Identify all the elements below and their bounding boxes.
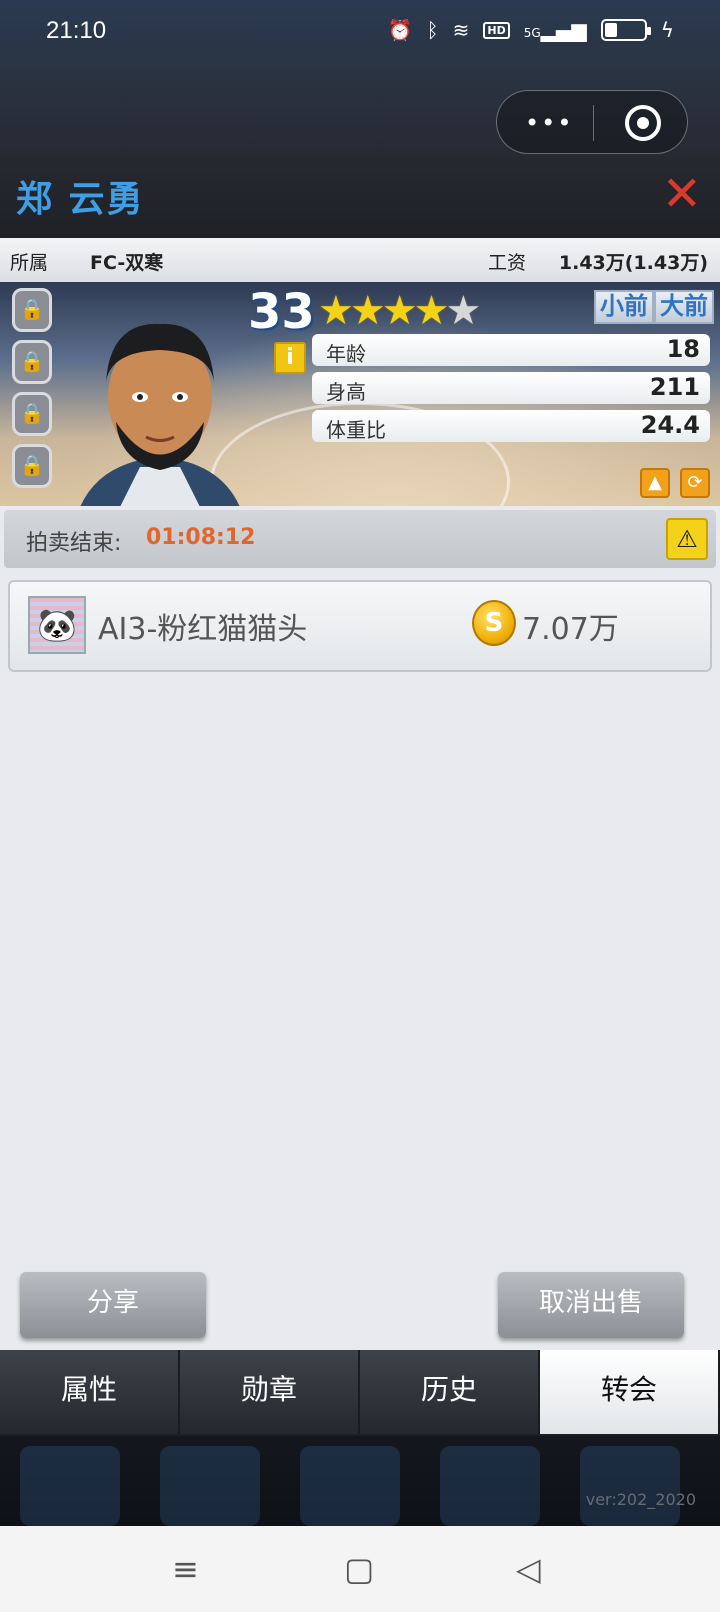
info-icon[interactable]: i [274, 342, 306, 374]
star-icon: ★ [318, 288, 354, 334]
share-button[interactable]: 分享 [20, 1272, 206, 1338]
player-avatar [80, 323, 240, 506]
home-icon[interactable]: ▢ [344, 1550, 374, 1588]
close-icon[interactable]: ✕ [662, 166, 702, 222]
star-rating: ★★★★★ [318, 288, 481, 334]
game-dock-background: ver:202_2020 [0, 1436, 720, 1526]
network-type: 5G [523, 26, 541, 40]
stat-value: 24.4 [640, 411, 700, 439]
charging-icon: ϟ [660, 18, 674, 42]
stat-weight-ratio: 体重比 24.4 [312, 410, 710, 442]
system-nav-bar: ≡ ▢ ◁ [0, 1526, 720, 1612]
club-value: FC-双寒 [90, 252, 164, 274]
stat-label: 体重比 [326, 418, 386, 442]
fire-icon[interactable]: ▲ [640, 468, 670, 498]
version-text: ver:202_2020 [585, 1490, 696, 1509]
lock-icon[interactable]: 🔒 [12, 392, 52, 436]
star-icon: ★ [445, 288, 481, 334]
player-name: 郑 云勇 [16, 179, 145, 220]
player-rating: 33 [248, 284, 315, 340]
wifi-icon: ≋ [452, 18, 470, 42]
star-icon: ★ [381, 288, 418, 334]
salary-label: 工资 [488, 252, 527, 274]
tab-history[interactable]: 历史 [360, 1350, 540, 1434]
tab-attributes[interactable]: 属性 [0, 1350, 180, 1434]
position-tag-power-forward[interactable]: 大前 [654, 290, 714, 324]
tab-transfer[interactable]: 转会 [540, 1350, 720, 1434]
menu-icon[interactable]: ≡ [172, 1550, 199, 1588]
stat-age: 年龄 18 [312, 334, 710, 366]
tab-bar: 属性 勋章 历史 转会 [0, 1350, 720, 1436]
mini-program-capsule: ••• [496, 90, 688, 154]
capsule-divider [593, 105, 594, 141]
status-time: 21:10 [46, 17, 107, 44]
star-icon: ★ [349, 288, 386, 334]
status-bar: 21:10 ⏰ ᛒ ≋ HD 5G▂▄▆ ϟ [0, 0, 720, 66]
cancel-sale-button[interactable]: 取消出售 [498, 1272, 684, 1338]
bid-price: 7.07万 [522, 612, 619, 647]
stat-value: 18 [666, 335, 700, 363]
stat-label: 身高 [326, 380, 366, 404]
team-logo: 🐼 [28, 596, 86, 654]
transfer-panel: 拍卖结束: 01:08:12 ⚠ 🐼 AI3-粉红猫猫头 S 7.07万 分享 … [0, 506, 720, 1350]
auction-status-bar: 拍卖结束: 01:08:12 ⚠ [4, 510, 716, 568]
refresh-icon[interactable]: ⟳ [680, 468, 710, 498]
title-bar: 郑 云勇 ✕ [0, 156, 720, 238]
auction-end-label: 拍卖结束: [26, 531, 122, 556]
auction-countdown: 01:08:12 [146, 525, 256, 550]
club-salary-row: 所属 FC-双寒 工资 1.43万(1.43万) [0, 238, 720, 282]
bluetooth-icon: ᛒ [426, 18, 439, 42]
5g-signal-icon: 5G▂▄▆ [523, 18, 587, 42]
salary-value: 1.43万(1.43万) [558, 252, 708, 274]
stat-value: 211 [649, 373, 700, 401]
player-card: 🔒 🔒 🔒 🔒 33 ★★★★★ 小前 大前 i 年龄 18 身高 211 体重… [0, 282, 720, 506]
club-label: 所属 [10, 252, 49, 274]
back-icon[interactable]: ◁ [516, 1550, 541, 1588]
alarm-icon: ⏰ [387, 18, 413, 42]
target-icon[interactable] [625, 105, 661, 141]
status-icons: ⏰ ᛒ ≋ HD 5G▂▄▆ ϟ [388, 18, 674, 42]
tab-medals[interactable]: 勋章 [180, 1350, 360, 1434]
bid-team-name: AI3-粉红猫猫头 [98, 612, 308, 647]
star-icon: ★ [413, 288, 450, 334]
hd-icon: HD [483, 21, 510, 39]
stat-height: 身高 211 [312, 372, 710, 404]
coin-icon: S [472, 600, 516, 646]
warning-icon[interactable]: ⚠ [666, 518, 708, 560]
position-tag-small-forward[interactable]: 小前 [594, 290, 654, 324]
battery-icon [600, 19, 651, 41]
more-menu-icon[interactable]: ••• [525, 109, 573, 137]
bid-card: 🐼 AI3-粉红猫猫头 S 7.07万 [8, 580, 712, 672]
stat-label: 年龄 [326, 342, 366, 366]
lock-icon[interactable]: 🔒 [12, 444, 52, 488]
lock-icon[interactable]: 🔒 [12, 340, 52, 384]
lock-icon[interactable]: 🔒 [12, 288, 52, 332]
